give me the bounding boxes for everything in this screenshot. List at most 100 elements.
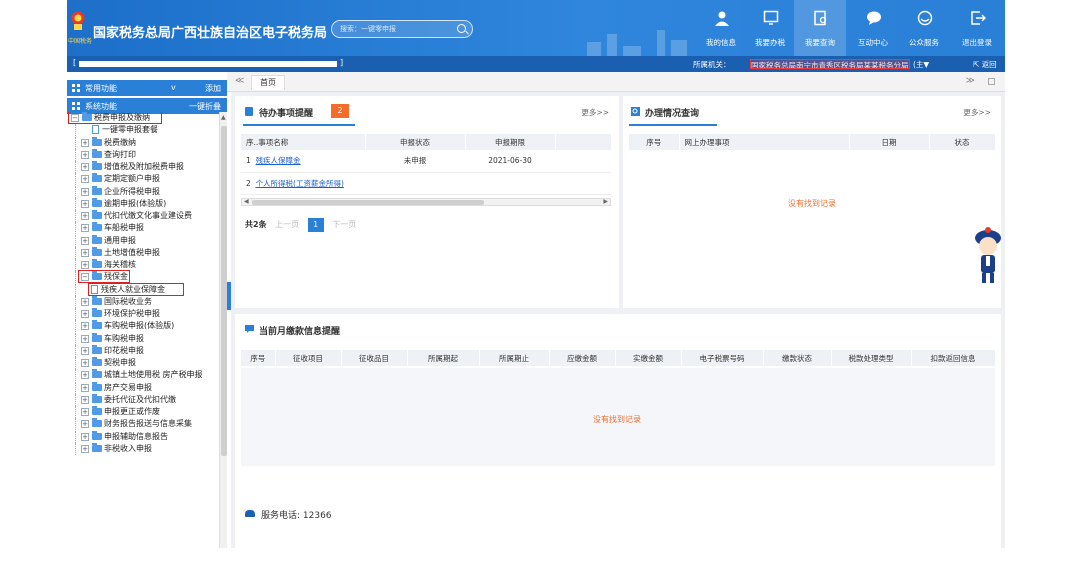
expand-icon[interactable]: + bbox=[81, 432, 89, 441]
tree-item[interactable]: + 房产交易申报 bbox=[67, 381, 219, 394]
expand-icon[interactable]: + bbox=[81, 444, 89, 453]
expand-icon[interactable]: + bbox=[81, 236, 89, 245]
todo-item[interactable]: 1 残疾人保障金 bbox=[241, 150, 365, 173]
collapse-all-button[interactable]: 一键折叠 bbox=[189, 101, 221, 112]
expand-icon[interactable]: + bbox=[81, 212, 89, 220]
tree-item[interactable]: + 通用申报 bbox=[67, 234, 219, 247]
scrollbar-thumb[interactable] bbox=[252, 200, 484, 205]
expand-icon[interactable]: + bbox=[81, 224, 89, 233]
tree-item[interactable]: + 契税申报 bbox=[67, 357, 219, 369]
org-dropdown-arrow[interactable]: (主▼ bbox=[913, 59, 929, 70]
tree-item[interactable]: + 代扣代缴文化事业建设费 bbox=[67, 210, 219, 222]
tree-item[interactable]: + 车购税申报(体验版) bbox=[67, 320, 219, 333]
todo-horizontal-scrollbar[interactable]: ◀ ▶ bbox=[241, 198, 611, 206]
todo-deadline: 2021-06-30 bbox=[465, 150, 555, 173]
add-common-button[interactable]: 添加 bbox=[205, 83, 221, 94]
column-header: 税款处理类型 bbox=[831, 350, 912, 366]
tree-item-label: 税费缴纳 bbox=[104, 137, 136, 147]
expand-icon[interactable]: + bbox=[81, 383, 89, 392]
tree-item[interactable]: + 印花税申报 bbox=[67, 344, 219, 357]
tree-item[interactable]: + 国际税收业务 bbox=[67, 295, 219, 308]
tree-item[interactable]: + 环境保护税申报 bbox=[67, 308, 219, 320]
expand-icon[interactable]: + bbox=[81, 163, 89, 171]
expand-icon[interactable]: + bbox=[81, 175, 89, 184]
expand-icon[interactable]: + bbox=[81, 150, 89, 159]
tree-item[interactable]: + 非税收入申报 bbox=[67, 442, 219, 455]
nav-interaction[interactable]: 互动中心 bbox=[847, 0, 899, 56]
org-select[interactable]: 国家税务总局南宁市青秀区税务局某某税务分局 bbox=[750, 59, 910, 69]
tree-item[interactable]: + 城镇土地使用税 房产税申报 bbox=[67, 369, 219, 382]
nav-public-service[interactable]: 公众服务 bbox=[898, 0, 950, 56]
expand-icon[interactable]: + bbox=[81, 138, 89, 147]
expand-icon[interactable]: + bbox=[81, 248, 89, 257]
tree-item-label: 代扣代缴文化事业建设费 bbox=[104, 211, 192, 220]
todo-item-link[interactable]: 个人所得税(工资薪金所得) bbox=[256, 179, 344, 188]
tree-item[interactable]: + 查询打印 bbox=[67, 148, 219, 161]
tree-item[interactable]: + 企业所得税申报 bbox=[67, 185, 219, 198]
mascot-icon[interactable] bbox=[973, 222, 1003, 286]
todo-more-link[interactable]: 更多>> bbox=[581, 107, 609, 118]
tab-scroll-left-icon[interactable]: ≪ bbox=[235, 76, 244, 86]
back-button[interactable]: ⇱ 返回 bbox=[973, 59, 997, 70]
nav-do-tax[interactable]: 我要办税 bbox=[744, 0, 796, 56]
tree-item[interactable]: + 税费缴纳 bbox=[67, 136, 219, 149]
todo-item[interactable]: 2 个人所得税(工资薪金所得) bbox=[241, 172, 365, 195]
sidebar-scrollbar[interactable]: ▲ bbox=[219, 112, 227, 548]
tree-item[interactable]: + 申报辅助信息报告 bbox=[67, 430, 219, 443]
tree-item[interactable]: + 车购税申报 bbox=[67, 332, 219, 345]
tree-item[interactable]: + 土地增值税申报 bbox=[67, 246, 219, 259]
tab-maximize-icon[interactable] bbox=[988, 78, 995, 85]
expand-icon[interactable]: + bbox=[81, 199, 89, 208]
tree-item[interactable]: + 增值税及附加税费申报 bbox=[67, 161, 219, 173]
header-search[interactable] bbox=[331, 20, 473, 38]
folder-icon bbox=[92, 136, 102, 146]
tree-item[interactable]: + 车船税申报 bbox=[67, 222, 219, 235]
tab-home[interactable]: 首页 bbox=[251, 75, 285, 90]
tree-item[interactable]: + 委托代征及代扣代缴 bbox=[67, 393, 219, 406]
nav-my-info[interactable]: 我的信息 bbox=[695, 0, 747, 56]
common-functions-header[interactable]: 常用功能 v 添加 bbox=[67, 80, 227, 96]
expand-icon[interactable]: + bbox=[81, 261, 89, 269]
expand-icon[interactable]: + bbox=[81, 420, 89, 429]
tree-item-label: 查询打印 bbox=[104, 149, 136, 159]
tree-item[interactable]: + 定期定额户申报 bbox=[67, 173, 219, 186]
tree-item[interactable]: + 逾期申报(体验版) bbox=[67, 197, 219, 210]
page-1-button[interactable]: 1 bbox=[307, 218, 324, 232]
expand-icon[interactable]: + bbox=[81, 346, 89, 355]
expand-icon[interactable]: + bbox=[81, 187, 89, 196]
todo-item-link[interactable]: 残疾人保障金 bbox=[256, 156, 301, 165]
expand-icon[interactable]: + bbox=[81, 297, 89, 306]
expand-icon[interactable]: + bbox=[81, 371, 89, 380]
prev-page-button[interactable]: 上一页 bbox=[275, 220, 299, 229]
nav-label: 我的信息 bbox=[706, 38, 736, 47]
expand-icon[interactable]: + bbox=[81, 322, 89, 331]
tab-scroll-right-icon[interactable]: ≫ bbox=[966, 76, 975, 86]
tree-item[interactable]: 一键零申报套餐 bbox=[67, 124, 219, 137]
tree-guide-line bbox=[75, 136, 76, 149]
expand-icon[interactable]: + bbox=[81, 310, 89, 318]
scroll-up-icon[interactable]: ▲ bbox=[221, 114, 226, 121]
next-page-button[interactable]: 下一页 bbox=[332, 220, 356, 229]
expand-icon[interactable]: + bbox=[81, 408, 89, 416]
folder-icon bbox=[92, 357, 102, 366]
logout-icon bbox=[971, 11, 986, 25]
search-icon[interactable] bbox=[457, 24, 466, 33]
national-emblem-icon bbox=[71, 11, 85, 30]
chevron-down-icon[interactable]: v bbox=[171, 83, 176, 92]
table-row[interactable]: 2 个人所得税(工资薪金所得) bbox=[241, 172, 611, 195]
expand-icon[interactable]: + bbox=[81, 334, 89, 343]
nav-query[interactable]: 我要查询 bbox=[794, 0, 846, 56]
scroll-right-icon[interactable]: ▶ bbox=[603, 198, 608, 205]
search-input[interactable] bbox=[340, 23, 450, 35]
expand-icon[interactable]: + bbox=[81, 395, 89, 404]
tree-item[interactable]: + 申报更正或作废 bbox=[67, 406, 219, 418]
common-functions-label: 常用功能 bbox=[85, 84, 117, 93]
scroll-left-icon[interactable]: ◀ bbox=[244, 198, 249, 205]
tree-item[interactable]: + 海关稽核 bbox=[67, 259, 219, 271]
tree-item[interactable]: + 财务报告报送与信息采集 bbox=[67, 418, 219, 431]
query-more-link[interactable]: 更多>> bbox=[963, 107, 991, 118]
nav-logout[interactable]: 退出登录 bbox=[951, 0, 1003, 56]
highlight-box bbox=[88, 282, 184, 296]
expand-icon[interactable]: + bbox=[81, 359, 89, 367]
table-row[interactable]: 1 残疾人保障金 未申报 2021-06-30 bbox=[241, 150, 611, 173]
